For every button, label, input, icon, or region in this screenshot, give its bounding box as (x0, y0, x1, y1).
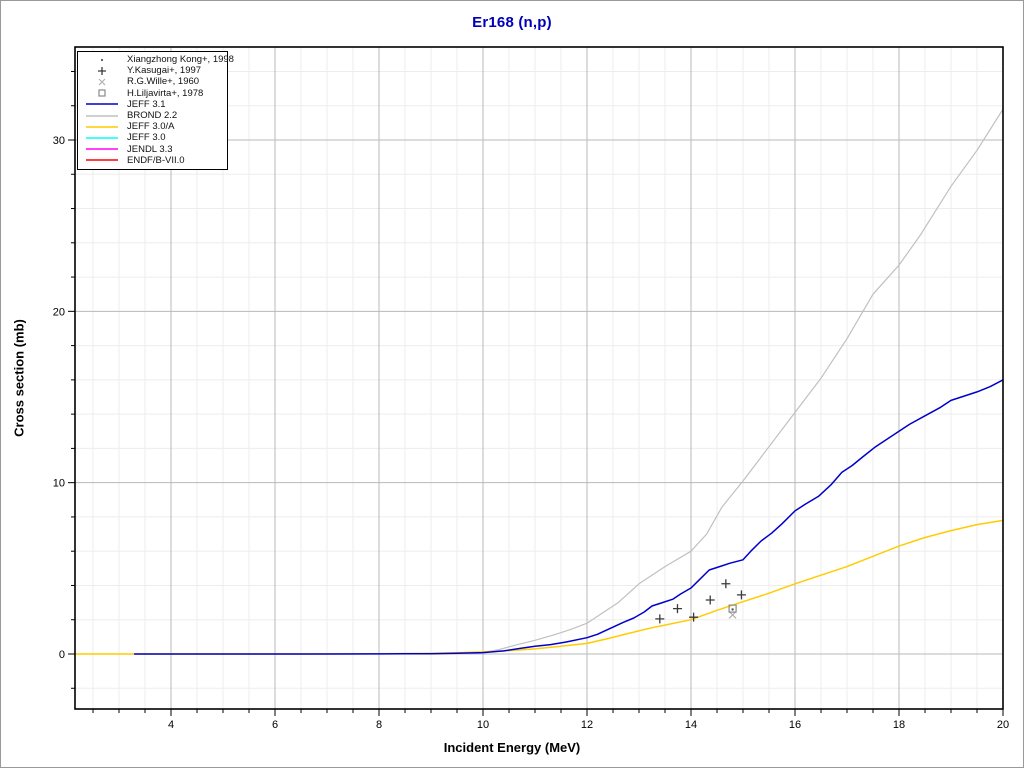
marker-y-kasugai-1997 (721, 579, 731, 589)
legend-item-5: JEFF 3.1 (78, 99, 227, 110)
legend-line-swatch (84, 122, 120, 132)
x-tick-label: 12 (581, 719, 593, 731)
marker-y-kasugai-1997 (672, 604, 682, 614)
x-tick-label: 18 (893, 719, 905, 731)
legend-label: JENDL 3.3 (127, 143, 173, 155)
legend-item-2: Y.Kasugai+, 1997 (78, 65, 227, 76)
legend-item-8: JEFF 3.0 (78, 132, 227, 143)
legend-line-swatch (84, 144, 120, 154)
y-tick-label: 10 (53, 478, 65, 490)
x-tick-label: 10 (477, 719, 489, 731)
legend-label: R.G.Wille+, 1960 (127, 76, 200, 88)
legend-label: BROND 2.2 (127, 110, 178, 122)
legend-label: Y.Kasugai+, 1997 (127, 65, 202, 77)
legend-label: JEFF 3.1 (127, 98, 166, 110)
legend-box: Xiangzhong Kong+, 1998 Y.Kasugai+, 1997 R.… (77, 51, 234, 170)
x-axis-title: Incident Energy (MeV) (443, 740, 581, 755)
legend-plus-swatch (84, 66, 120, 76)
legend-label: H.Liljavirta+, 1978 (127, 87, 204, 99)
legend-label: JEFF 3.0/A (127, 121, 175, 133)
legend-square-swatch (84, 88, 120, 98)
legend-label: JEFF 3.0 (127, 132, 166, 144)
legend-line-swatch (84, 133, 120, 143)
marker-y-kasugai-1997 (736, 590, 746, 600)
legend-dot-swatch (84, 55, 120, 65)
marker-y-kasugai-1997 (705, 595, 715, 605)
x-tick-label: 6 (272, 719, 278, 731)
legend-item-7: JEFF 3.0/A (78, 121, 227, 132)
x-tick-label: 4 (168, 719, 174, 731)
legend-item-10: ENDF/B-VII.0 (78, 155, 227, 166)
marker-y-kasugai-1997 (655, 614, 665, 624)
legend-item-3: R.G.Wille+, 1960 (78, 76, 227, 87)
x-tick-label: 8 (376, 719, 382, 731)
legend-item-6: BROND 2.2 (78, 110, 227, 121)
legend-line-swatch (84, 155, 120, 165)
marker-xiangzhong-kong-1998 (731, 608, 734, 611)
legend-item-4: H.Liljavirta+, 1978 (78, 88, 227, 99)
legend-label: Xiangzhong Kong+, 1998 (127, 54, 234, 66)
legend-label: ENDF/B-VII.0 (127, 154, 185, 166)
legend-item-1: Xiangzhong Kong+, 1998 (78, 54, 234, 65)
y-tick-label: 0 (59, 649, 65, 661)
x-tick-label: 14 (685, 719, 697, 731)
curve-jeff-3-0-a (74, 519, 1004, 655)
chart-window: Er168 (n,p) 4 6 8 10 12 14 16 18 20 0 10 20 30 Xiang… (0, 0, 1024, 768)
legend-item-9: JENDL 3.3 (78, 144, 227, 155)
y-tick-label: 20 (53, 306, 65, 318)
x-tick-label: 20 (997, 719, 1009, 731)
x-tick-label: 16 (789, 719, 801, 731)
y-tick-label: 30 (53, 135, 65, 147)
y-axis-title: Cross section (mb) (11, 319, 27, 437)
legend-cross-swatch (84, 77, 120, 87)
legend-line-swatch (84, 111, 120, 121)
legend-line-swatch (84, 99, 120, 109)
